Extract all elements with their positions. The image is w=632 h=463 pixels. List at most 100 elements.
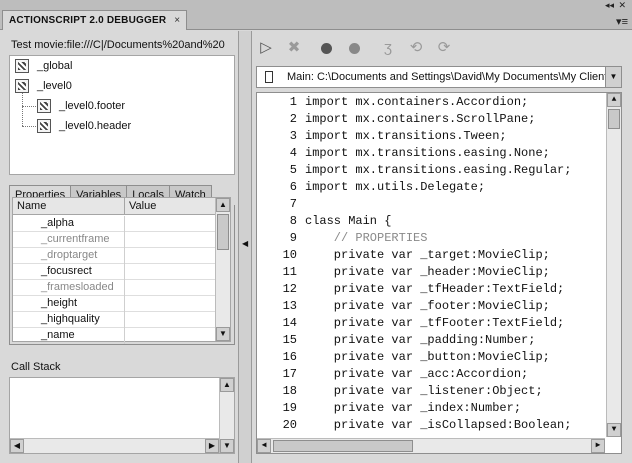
code-line: private var _acc:Accordion; [305,367,529,381]
remove-breakpoints-icon[interactable] [344,38,364,58]
table-row[interactable]: _focusrect [13,264,215,280]
property-name: _highquality [41,313,100,325]
tree-item-global[interactable]: _global [15,57,72,75]
callstack-horizontal-scrollbar[interactable]: ◀ ▶ [10,438,219,453]
line-number[interactable]: 17 [257,367,297,381]
scroll-down-icon[interactable]: ▼ [607,423,621,437]
scroll-left-icon[interactable]: ◀ [257,439,271,453]
line-number[interactable]: 6 [257,180,297,194]
line-number[interactable]: 13 [257,299,297,313]
collapse-panel-icon[interactable]: ◂◂ [605,0,614,11]
panel-titlebar: ACTIONSCRIPT 2.0 DEBUGGER × ◂◂ ✕ ▾≡ [0,0,632,30]
table-row[interactable]: _currentframe [13,232,215,248]
step-over-icon[interactable]: ʒ [378,38,398,58]
line-number[interactable]: 5 [257,163,297,177]
chevron-down-icon[interactable]: ▼ [605,67,621,87]
code-line: // PROPERTIES [305,231,428,245]
line-number[interactable]: 3 [257,129,297,143]
pane-splitter[interactable]: ◀ [238,31,252,463]
tree-connector [22,106,36,107]
scroll-up-icon[interactable]: ▲ [220,378,234,392]
scroll-right-icon[interactable]: ▶ [205,439,219,453]
display-list-tree: _global _level0 _level0.footer _level0.h… [9,55,235,175]
call-stack-list[interactable]: ◀ ▶ ▲ ▼ [9,377,235,454]
tab-close-icon[interactable]: × [174,15,180,26]
script-selector[interactable]: Main: C:\Documents and Settings\David\My… [256,66,622,88]
scroll-up-icon[interactable]: ▲ [216,198,230,212]
line-number[interactable]: 11 [257,265,297,279]
line-number[interactable]: 12 [257,282,297,296]
tree-item-level0-footer[interactable]: _level0.footer [37,97,125,115]
cell-separator [124,216,125,232]
panel-menu-icon[interactable]: ▾≡ [616,15,628,28]
code-line: import mx.containers.ScrollPane; [305,112,536,126]
line-number[interactable]: 7 [257,197,297,211]
line-number[interactable]: 16 [257,350,297,364]
line-number[interactable]: 19 [257,401,297,415]
code-line: import mx.transitions.easing.Regular; [305,163,572,177]
table-row[interactable]: _height [13,296,215,312]
movieclip-icon [15,79,29,94]
step-out-icon[interactable]: ⟳ [434,38,454,58]
panel-tab[interactable]: ACTIONSCRIPT 2.0 DEBUGGER × [2,10,188,30]
code-view[interactable]: ▲ ▼ ◀ ▶ 1 import mx.containers.Accordion;… [256,92,622,454]
table-row[interactable]: _highquality [13,312,215,328]
table-row[interactable]: _droptarget [13,248,215,264]
code-vertical-scrollbar[interactable]: ▲ ▼ [606,93,621,437]
movieclip-icon [15,59,29,74]
movieclip-icon [37,99,51,114]
line-number[interactable]: 9 [257,231,297,245]
grid-vertical-scrollbar[interactable]: ▲ ▼ [215,198,230,341]
cell-separator [124,328,125,344]
line-number[interactable]: 2 [257,112,297,126]
line-number[interactable]: 8 [257,214,297,228]
test-movie-label: Test movie:file:///C|/Documents%20and%20 [11,39,225,51]
scroll-up-icon[interactable]: ▲ [607,93,621,107]
line-number[interactable]: 10 [257,248,297,262]
line-number[interactable]: 15 [257,333,297,347]
scroll-thumb[interactable] [217,214,229,250]
line-number[interactable]: 1 [257,95,297,109]
line-number[interactable]: 14 [257,316,297,330]
cell-separator [124,232,125,248]
call-stack-label: Call Stack [11,361,61,373]
stop-debugging-icon[interactable]: ✖ [284,38,304,58]
script-file-icon [265,71,273,83]
column-separator [124,198,125,215]
tree-connector [22,126,36,127]
line-number[interactable]: 4 [257,146,297,160]
cell-separator [124,312,125,328]
column-header-value[interactable]: Value [129,200,156,212]
scroll-down-icon[interactable]: ▼ [216,327,230,341]
cell-separator [124,296,125,312]
code-line: private var _tfFooter:TextField; [305,316,565,330]
scroll-left-icon[interactable]: ◀ [10,439,24,453]
step-in-icon[interactable]: ⟲ [406,38,426,58]
close-panel-icon[interactable]: ✕ [618,0,626,11]
tree-item-level0[interactable]: _level0 [15,77,72,95]
callstack-vertical-scrollbar[interactable]: ▲ ▼ [219,378,234,453]
code-horizontal-scrollbar[interactable]: ◀ ▶ [257,438,605,453]
tree-item-label: _global [37,60,73,72]
scroll-right-icon[interactable]: ▶ [591,439,605,453]
code-line: private var _button:MovieClip; [305,350,550,364]
table-row[interactable]: _framesloaded [13,280,215,296]
toggle-breakpoint-icon[interactable] [316,38,336,58]
table-row[interactable]: _name [13,328,215,344]
property-name: _framesloaded [41,281,114,293]
tree-item-label: _level0.header [59,120,132,132]
scroll-thumb[interactable] [273,440,413,452]
property-name: _droptarget [41,249,98,261]
collapse-left-pane-icon[interactable]: ◀ [242,239,248,248]
code-line: private var _index:Number; [305,401,522,415]
tree-item-level0-header[interactable]: _level0.header [37,117,131,135]
column-header-name[interactable]: Name [17,200,46,212]
table-row[interactable]: _alpha [13,216,215,232]
scroll-thumb[interactable] [608,109,620,129]
line-number[interactable]: 20 [257,418,297,432]
continue-icon[interactable]: ▷ [256,38,276,58]
property-name: _focusrect [41,265,92,277]
scroll-down-icon[interactable]: ▼ [220,439,234,453]
line-number[interactable]: 18 [257,384,297,398]
code-line: private var _isCollapsed:Boolean; [305,418,572,432]
